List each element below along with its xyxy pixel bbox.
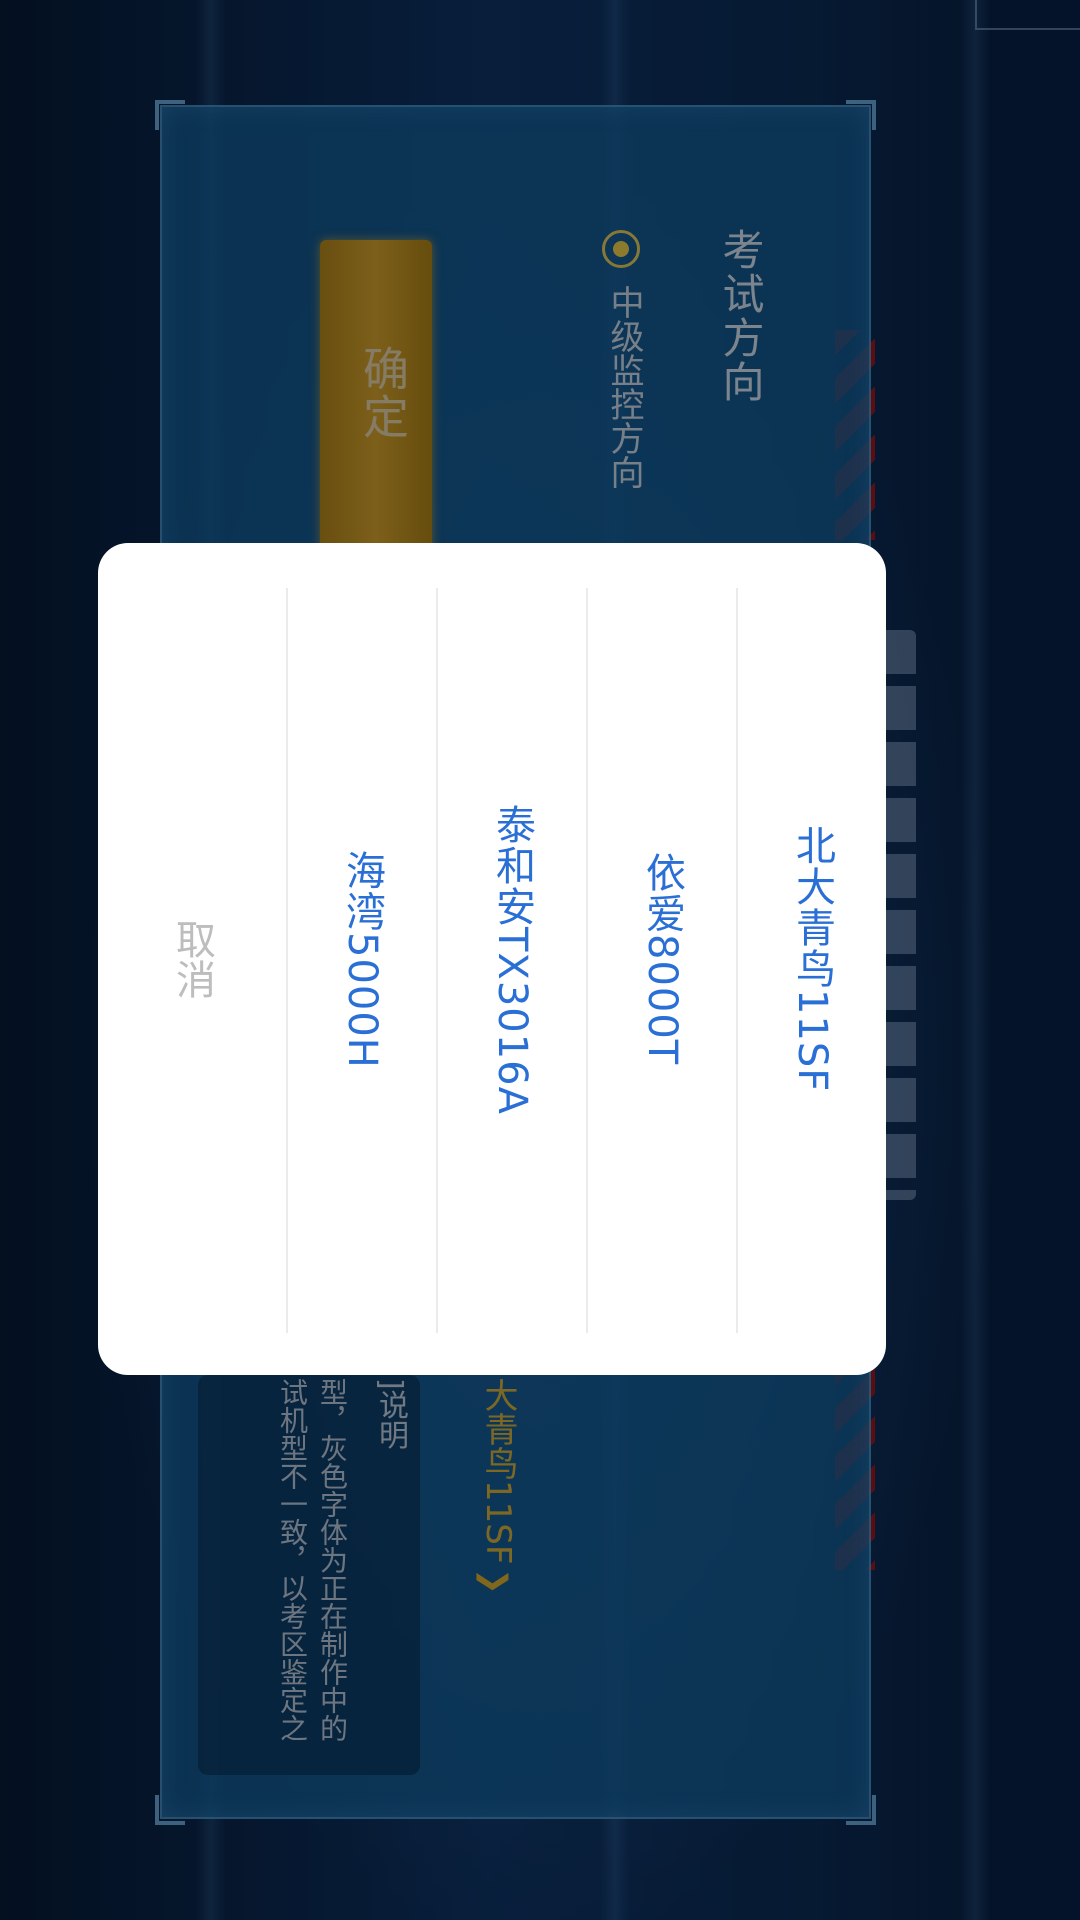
cancel-button[interactable]: 取消 [98,543,286,1375]
option-divider [286,588,288,1333]
option-label: 依爱8000T [639,852,685,1066]
option-label: 泰和安TX3016A [489,803,535,1115]
option-divider [736,588,738,1333]
cancel-button-label: 取消 [169,919,215,999]
option-yiai-8000t[interactable]: 依爱8000T [588,543,736,1375]
app-screen: 考试方向 中级监控方向 确定 大青鸟11SF ❯ ]说明 型，灰色字体为正在制作… [0,0,1080,1920]
option-label: 北大青鸟11SF [789,825,835,1093]
option-taihean-tx3016a[interactable]: 泰和安TX3016A [438,543,586,1375]
option-beida-qingniao-11sf[interactable]: 北大青鸟11SF [738,543,886,1375]
option-label: 海湾5000H [339,849,385,1069]
option-divider [436,588,438,1333]
option-haiwan-5000h[interactable]: 海湾5000H [288,543,436,1375]
model-action-sheet: 北大青鸟11SF 依爱8000T 泰和安TX3016A 海湾5000H 取消 [98,543,886,1375]
option-divider [586,588,588,1333]
